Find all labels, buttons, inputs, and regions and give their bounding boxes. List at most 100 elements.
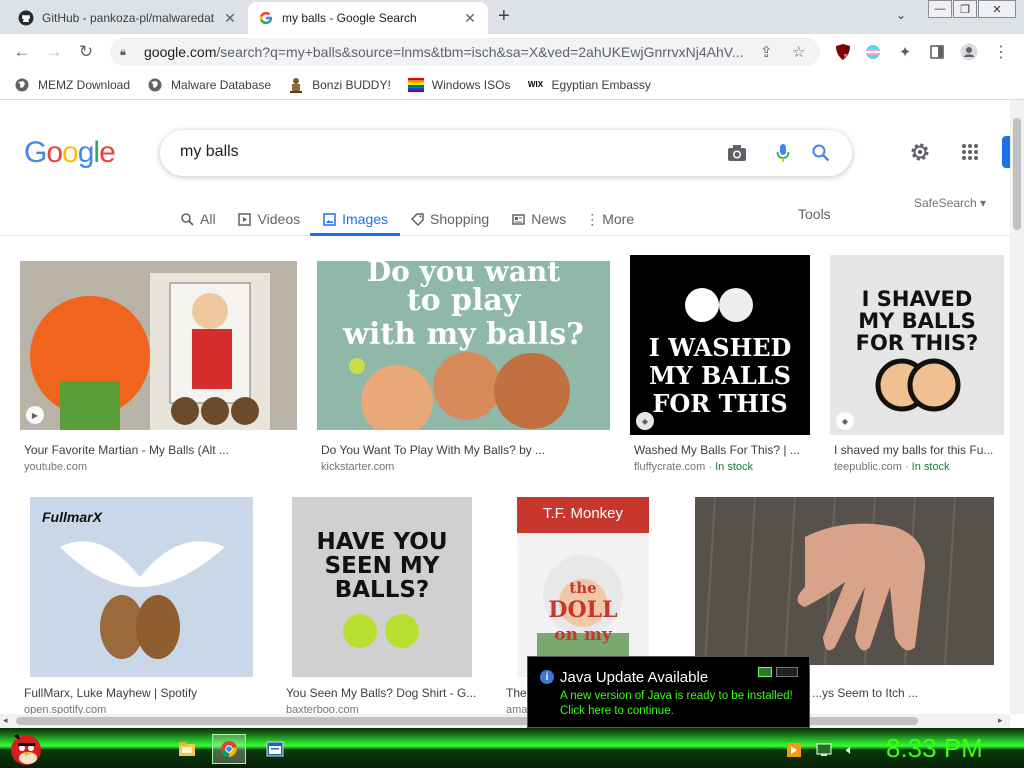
bookmark-malware-database[interactable]: Malware Database: [147, 77, 271, 93]
search-input[interactable]: my balls: [180, 143, 239, 161]
side-panel-icon[interactable]: [928, 43, 946, 61]
result-thumbnail[interactable]: ▶: [20, 261, 297, 430]
close-window-button[interactable]: ✕: [978, 0, 1016, 18]
result-thumbnail[interactable]: HAVE YOU SEEN MY BALLS?: [292, 497, 472, 677]
tab-videos[interactable]: Videos: [238, 204, 300, 234]
result-source[interactable]: baxterboo.com: [286, 704, 359, 714]
browser-menu-icon[interactable]: ⋮: [992, 43, 1010, 61]
java-close-button[interactable]: [776, 667, 798, 677]
tab-label: All: [200, 211, 216, 227]
bookmark-label: Egyptian Embassy: [551, 77, 651, 92]
image-text: HAVE YOU: [316, 529, 448, 555]
scroll-right-arrow-icon[interactable]: ▸: [998, 715, 1003, 726]
address-bar[interactable]: 🔒︎ google.com/search?q=my+balls&source=l…: [110, 38, 820, 66]
bookmark-bonzi-buddy[interactable]: Bonzi BUDDY!: [288, 77, 391, 93]
taskbar-window-app[interactable]: [258, 734, 292, 764]
back-icon[interactable]: ←: [12, 42, 32, 62]
tab-all[interactable]: All: [180, 204, 216, 234]
result-caption[interactable]: I shaved my balls for this Fu...: [834, 443, 1004, 457]
url-text[interactable]: google.com/search?q=my+balls&source=lnms…: [144, 44, 754, 60]
forward-icon[interactable]: →: [44, 42, 64, 62]
search-box[interactable]: my balls: [160, 130, 852, 176]
tab-title: my balls - Google Search: [282, 11, 417, 25]
result-caption[interactable]: Washed My Balls For This? | ...: [634, 443, 810, 457]
image-text: DOLL: [548, 597, 618, 623]
tools-button[interactable]: Tools: [798, 206, 831, 222]
result-caption[interactable]: ...ys Seem to Itch ...: [812, 686, 1000, 700]
taskbar-clock[interactable]: 8:33 PM: [886, 733, 983, 764]
minimize-button[interactable]: —: [928, 0, 952, 18]
bookmark-star-icon[interactable]: ☆: [792, 43, 805, 61]
taskbar-chrome[interactable]: [212, 734, 246, 764]
result-thumbnail[interactable]: Do you want to play with my balls?: [317, 261, 610, 430]
tray-volume-icon[interactable]: 🔈︎: [842, 742, 858, 758]
result-card[interactable]: I SHAVED MY BALLS FOR THIS? ◆ I shaved m…: [830, 255, 1004, 481]
safesearch-dropdown[interactable]: SafeSearch ▾: [914, 196, 986, 210]
search-icon[interactable]: [810, 142, 832, 164]
close-tab-icon[interactable]: ✕: [222, 10, 238, 27]
result-card[interactable]: HAVE YOU SEEN MY BALLS? You Seen My Ball…: [282, 497, 482, 714]
result-source[interactable]: teepublic.com · In stock: [834, 461, 950, 473]
tab-images[interactable]: Images: [310, 204, 400, 236]
java-popup-message[interactable]: A new version of Java is ready to be ins…: [560, 689, 793, 719]
result-thumbnail[interactable]: FullmarX: [30, 497, 253, 677]
result-thumbnail[interactable]: I SHAVED MY BALLS FOR THIS? ◆: [830, 255, 1004, 435]
google-logo[interactable]: Google: [24, 136, 116, 170]
image-text: FOR THIS?: [855, 331, 979, 355]
restore-button[interactable]: ❐: [953, 0, 977, 18]
result-source[interactable]: youtube.com: [24, 461, 87, 473]
tab-github[interactable]: GitHub - pankoza-pl/malwaredat ✕: [8, 2, 248, 34]
close-tab-icon[interactable]: ✕: [462, 10, 478, 27]
result-source[interactable]: open.spotify.com: [24, 704, 106, 714]
extensions-puzzle-icon[interactable]: ✦: [896, 43, 914, 61]
start-button-angry-bird-icon[interactable]: [6, 728, 48, 768]
scroll-left-arrow-icon[interactable]: ◂: [3, 715, 8, 726]
tab-search-button[interactable]: ⌄: [896, 8, 906, 22]
settings-gear-icon[interactable]: [908, 140, 932, 164]
logo-letter: g: [77, 136, 95, 169]
new-tab-button[interactable]: +: [498, 6, 510, 26]
lock-icon[interactable]: 🔒︎: [120, 46, 134, 59]
tray-chevron-icon[interactable]: ‹: [760, 742, 776, 758]
google-apps-icon[interactable]: [958, 140, 982, 164]
bookmark-egyptian-embassy[interactable]: WIX Egyptian Embassy: [527, 77, 651, 93]
reload-icon[interactable]: ↻: [76, 42, 96, 62]
tray-network-icon[interactable]: [816, 742, 832, 758]
pride-extension-icon[interactable]: [864, 43, 882, 61]
result-caption[interactable]: Your Favorite Martian - My Balls (Alt ..…: [24, 443, 296, 457]
tab-news[interactable]: News: [511, 204, 566, 234]
result-card[interactable]: ▶ Your Favorite Martian - My Balls (Alt …: [20, 261, 297, 481]
page-vertical-scrollbar[interactable]: [1010, 100, 1024, 714]
ublock-extension-icon[interactable]: 5: [834, 43, 852, 61]
result-caption[interactable]: Do You Want To Play With My Balls? by ..…: [321, 443, 609, 457]
tab-more[interactable]: ⋮ More: [585, 204, 634, 234]
taskbar-file-explorer[interactable]: [170, 734, 204, 764]
result-caption[interactable]: FullMarx, Luke Mayhew | Spotify: [24, 686, 262, 700]
java-tray-icon: [758, 667, 772, 677]
share-icon[interactable]: ⇪: [760, 43, 773, 61]
info-icon: i: [540, 670, 554, 684]
microphone-icon[interactable]: [772, 142, 794, 164]
result-source[interactable]: kickstarter.com: [321, 461, 394, 473]
camera-icon[interactable]: [726, 142, 748, 164]
result-source[interactable]: fluffycrate.com · In stock: [634, 461, 753, 473]
tag-icon: [410, 212, 424, 226]
result-card[interactable]: FullmarX FullMarx, Luke Mayhew | Spotify…: [20, 497, 262, 714]
page-horizontal-scrollbar[interactable]: ◂ ▸: [0, 714, 1010, 728]
result-thumbnail[interactable]: [695, 497, 994, 665]
result-thumbnail[interactable]: I WASHED MY BALLS FOR THIS ◆: [630, 255, 810, 435]
result-card[interactable]: Do you want to play with my balls? Do Yo…: [317, 261, 610, 481]
profile-avatar-icon[interactable]: [960, 43, 978, 61]
extension-badge: 5: [844, 54, 848, 61]
result-thumbnail[interactable]: T.F. Monkey the DOLL on my: [517, 497, 649, 677]
scrollbar-thumb[interactable]: [1013, 118, 1021, 230]
tab-google-search[interactable]: my balls - Google Search ✕: [248, 2, 488, 34]
result-caption[interactable]: You Seen My Balls? Dog Shirt - G...: [286, 686, 480, 700]
result-card[interactable]: I WASHED MY BALLS FOR THIS ◆ Washed My B…: [630, 255, 810, 481]
bookmark-memz[interactable]: MEMZ Download: [14, 77, 130, 93]
java-update-notification[interactable]: i Java Update Available A new version of…: [527, 656, 810, 728]
tab-shopping[interactable]: Shopping: [410, 204, 489, 234]
tray-java-update-icon[interactable]: [786, 742, 802, 758]
sign-in-button-edge[interactable]: [1002, 136, 1010, 168]
bookmark-windows-isos[interactable]: Windows ISOs: [407, 77, 510, 93]
